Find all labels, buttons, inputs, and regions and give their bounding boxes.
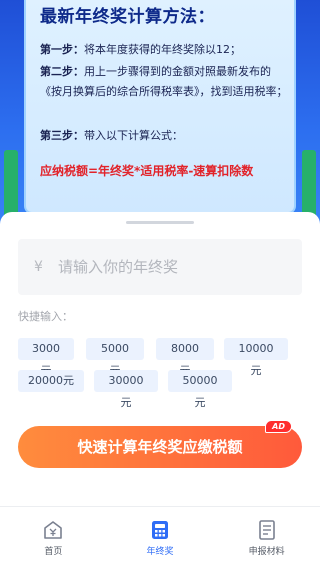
document-icon (258, 520, 275, 540)
method-card: 最新年终奖计算方法： 第一步：将本年度获得的年终奖除以12； 第二步：用上一步骤… (24, 0, 296, 214)
quick-chip-50000[interactable]: 50000元 (168, 370, 232, 409)
tab-filing-materials[interactable]: 申报材料 (213, 507, 320, 568)
step-1-text: 将本年度获得的年终奖除以12； (84, 43, 241, 56)
step-3-label: 第三步： (40, 129, 84, 142)
quick-chip-5000[interactable]: 5000元 (86, 338, 144, 377)
method-title: 最新年终奖计算方法： (40, 7, 215, 27)
hero-decoration-right (302, 150, 316, 220)
quick-input-label: 快捷输入： (18, 310, 73, 323)
tax-formula: 应纳税额=年终奖*适用税率-速算扣除数 (40, 164, 254, 178)
calculate-tax-button[interactable]: 快速计算年终奖应缴税额 (18, 426, 302, 468)
hero-banner: 最新年终奖计算方法： 第一步：将本年度获得的年终奖除以12； 第二步：用上一步骤… (0, 0, 320, 240)
tab-year-end-bonus[interactable]: 年终奖 (107, 507, 214, 568)
ad-badge: AD (265, 420, 292, 433)
home-icon (44, 521, 63, 539)
quick-chip-3000[interactable]: 3000元 (18, 338, 74, 377)
step-2: 第二步：用上一步骤得到的金额对照最新发布的《按月换算后的综合所得税率表》，找到适… (40, 62, 290, 102)
bottom-tab-bar: 首页 年终奖 申报材料 (0, 506, 320, 568)
tab-home[interactable]: 首页 (0, 507, 107, 568)
step-1: 第一步：将本年度获得的年终奖除以12； (40, 40, 290, 60)
calculator-icon (152, 521, 168, 539)
quick-chip-10000[interactable]: 10000元 (224, 338, 288, 377)
quick-chip-20000[interactable]: 20000元 (18, 370, 84, 392)
bonus-amount-input[interactable] (58, 258, 302, 276)
hero-decoration-left (4, 150, 18, 220)
sheet-drag-handle[interactable] (126, 221, 194, 224)
yen-icon: ¥ (34, 259, 43, 275)
step-1-label: 第一步： (40, 43, 84, 56)
tab-year-end-bonus-label: 年终奖 (146, 547, 174, 557)
step-3-text: 带入以下计算公式： (84, 129, 183, 142)
tab-home-label: 首页 (44, 547, 63, 557)
tab-filing-materials-label: 申报材料 (248, 547, 285, 557)
quick-chip-30000[interactable]: 30000元 (94, 370, 158, 409)
step-3: 第三步：带入以下计算公式： (40, 126, 290, 146)
bonus-amount-field[interactable]: ¥ (18, 239, 302, 295)
step-2-label: 第二步： (40, 65, 84, 78)
quick-chip-8000[interactable]: 8000元 (156, 338, 214, 377)
